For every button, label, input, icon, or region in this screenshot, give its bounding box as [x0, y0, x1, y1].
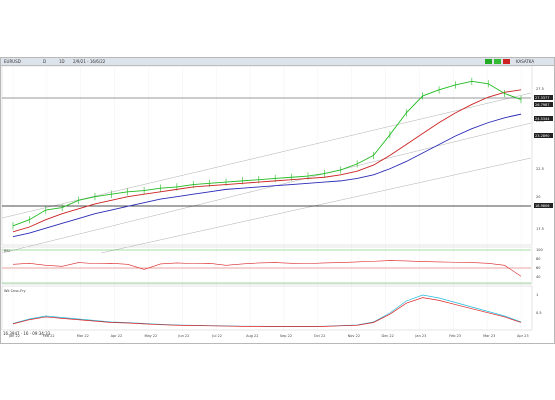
main-axis-label: 20: [536, 195, 540, 199]
x-axis-label: Jun 22: [177, 334, 189, 338]
x-axis-label: Aug 22: [246, 334, 258, 338]
macd-red-line: [12, 297, 522, 327]
main-axis-label: 22.5: [536, 167, 544, 171]
price-tag: 23.2890: [535, 134, 549, 138]
x-axis-label: Feb 23: [449, 334, 461, 338]
charts-svg: 27.526.525.522.52017.5 27.337726.798724.…: [1, 65, 553, 338]
x-axis-label: Dec 22: [382, 334, 394, 338]
rsi-line: [12, 260, 522, 277]
price-tag: 26.7987: [535, 103, 549, 107]
rsi-axis-label: 40: [536, 275, 540, 279]
price-line: [12, 80, 522, 227]
x-axis-label: Nov 22: [348, 334, 360, 338]
x-axis-label: Mar 22: [77, 334, 89, 338]
macd-axis-label: 0.5: [536, 311, 542, 315]
rsi-axis-label: 60: [536, 266, 540, 270]
macd-cyan-line: [12, 294, 522, 327]
status-bar: 16.3947 · 16 · 09:34:33: [3, 331, 51, 336]
ma-red-line: [12, 89, 522, 233]
rsi-axis-label: 100: [536, 248, 543, 252]
macd-label: Wk Cnsc-Fry: [4, 289, 26, 293]
x-axis-label: May 22: [144, 334, 157, 338]
main-axis-label: 27.5: [536, 87, 544, 91]
ma-blue-line: [12, 113, 522, 238]
x-axis-label: Jan 23: [414, 334, 426, 338]
x-axis-label: Jul 22: [211, 334, 222, 338]
rsi-label: RSI: [4, 249, 10, 253]
trend-line-lower: [1, 122, 532, 254]
price-tag: 18.9806: [535, 204, 549, 208]
x-axis-label: Oct 22: [314, 334, 326, 338]
macd-panel: [1, 285, 533, 331]
x-axis-label: Mar 23: [483, 334, 495, 338]
x-axis-label: Apr 23: [517, 334, 529, 338]
price-tag: 27.3377: [535, 96, 549, 100]
price-tag: 24.5344: [535, 117, 550, 121]
chart-window: EURUSD D 1D 2/9/21 - 16/6/22 KASATKA 27.…: [0, 57, 555, 344]
x-axis-label: Sep 22: [280, 334, 292, 338]
x-axis-label: Apr 22: [111, 334, 123, 338]
macd-axis-label: 1: [536, 293, 538, 297]
main-axis-label: 17.5: [536, 227, 544, 231]
trend-line-bottom: [100, 157, 532, 254]
rsi-axis-label: 80: [536, 257, 540, 261]
rsi-panel: [1, 246, 533, 285]
